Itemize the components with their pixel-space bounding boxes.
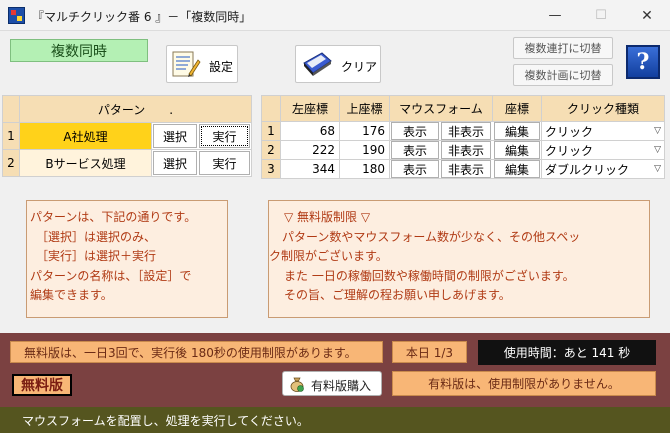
show-form-button[interactable]: 表示 xyxy=(391,160,439,178)
notice-line: また 一日の稼働回数や稼働時間の制限がございます。 xyxy=(284,268,575,283)
help-line: パターンの名称は、［設定］で xyxy=(30,268,192,283)
edit-coordinate-button[interactable]: 編集 xyxy=(494,141,540,159)
notice-line: パターン数やマウスフォーム数が少なく、その他スペッ xyxy=(282,229,581,244)
coord-row-number: 2 xyxy=(261,140,281,160)
eraser-icon xyxy=(303,52,332,76)
title-bar: 『マルチクリック番 6 』－「複数同時」 — ☐ ✕ xyxy=(0,0,670,31)
edit-coordinate-button[interactable]: 編集 xyxy=(494,122,540,140)
click-type-select[interactable]: クリック ▽ xyxy=(541,140,665,160)
click-type-value: ダブルクリック xyxy=(545,162,630,177)
pattern-name[interactable]: Bサービス処理 xyxy=(19,149,152,177)
col-header-left: 左座標 xyxy=(280,95,340,122)
clear-label: クリア xyxy=(341,60,378,74)
coord-left-value[interactable]: 68 xyxy=(280,121,340,141)
today-run-count: 本日 1/3 xyxy=(392,341,467,363)
pattern-execute-button[interactable]: 実行 xyxy=(199,151,250,175)
coord-left-value[interactable]: 344 xyxy=(280,159,340,179)
hide-form-button[interactable]: 非表示 xyxy=(441,141,491,159)
notice-line: その旨、ご理解の程お願い申しあげます。 xyxy=(284,288,511,302)
app-icon xyxy=(8,7,25,24)
help-icon: ? xyxy=(636,49,650,75)
document-pencil-icon xyxy=(172,51,201,77)
coord-left-value[interactable]: 222 xyxy=(280,140,340,160)
click-type-value: クリック xyxy=(545,124,594,139)
click-type-select[interactable]: クリック ▽ xyxy=(541,121,665,141)
coord-top-value[interactable]: 176 xyxy=(339,121,390,141)
pattern-help-box: パターンは、下記の通りです。 ［選択］は選択のみ、 ［実行］は選択＋実行 パター… xyxy=(26,200,228,318)
buy-paid-button[interactable]: 有料版購入 xyxy=(282,371,382,396)
show-form-button[interactable]: 表示 xyxy=(391,122,439,140)
help-line: ［実行］は選択＋実行 xyxy=(30,249,157,263)
status-bar: マウスフォームを配置し、処理を実行してください。 xyxy=(0,407,670,433)
close-button[interactable]: ✕ xyxy=(624,0,670,31)
edit-coordinate-button[interactable]: 編集 xyxy=(494,160,540,178)
help-button[interactable]: ? xyxy=(626,45,660,79)
help-line: 編集できます。 xyxy=(30,288,113,302)
switch-plan-button[interactable]: 複数計画に切替 xyxy=(513,64,613,86)
notice-heading: ▽ 無料版制限 ▽ xyxy=(284,210,371,224)
notice-line: ク制限がございます。 xyxy=(269,249,388,263)
hide-form-button[interactable]: 非表示 xyxy=(441,160,491,178)
chevron-down-icon: ▽ xyxy=(654,126,661,136)
window-title: 『マルチクリック番 6 』－「複数同時」 xyxy=(32,10,252,24)
coord-row-number: 3 xyxy=(261,159,281,179)
pattern-table-corner xyxy=(2,95,20,123)
click-type-select[interactable]: ダブルクリック ▽ xyxy=(541,159,665,179)
col-header-mouseform: マウスフォーム xyxy=(389,95,493,122)
mode-label: 複数同時 xyxy=(10,39,148,62)
col-header-click-type: クリック種類 xyxy=(541,95,665,122)
switch-burst-button[interactable]: 複数連打に切替 xyxy=(513,37,613,59)
col-header-top: 上座標 xyxy=(339,95,390,122)
settings-label: 設定 xyxy=(209,60,234,74)
minimize-button[interactable]: — xyxy=(532,0,578,31)
chevron-down-icon: ▽ xyxy=(654,145,661,155)
free-version-badge: 無料版 xyxy=(12,374,72,396)
trial-usage-text: 無料版は、一日3回で、実行後 180秒の使用制限があります。 xyxy=(10,341,383,363)
coord-row-number: 1 xyxy=(261,121,281,141)
show-form-button[interactable]: 表示 xyxy=(391,141,439,159)
pattern-header: パターン . xyxy=(19,95,252,123)
chevron-down-icon: ▽ xyxy=(654,164,661,174)
usage-time-remaining: 使用時間：あと 141 秒 xyxy=(478,340,656,365)
limit-notice-box: ▽ 無料版制限 ▽ パターン数やマウスフォーム数が少なく、その他スペッ ク制限が… xyxy=(268,200,650,318)
help-line: パターンは、下記の通りです。 xyxy=(30,210,197,224)
help-line: ［選択］は選択のみ、 xyxy=(30,229,157,244)
paid-version-text: 有料版は、使用制限がありません。 xyxy=(392,371,656,396)
clear-button[interactable]: クリア xyxy=(295,45,381,83)
pattern-select-button[interactable]: 選択 xyxy=(153,124,197,148)
pattern-row-number: 1 xyxy=(2,122,20,150)
settings-button[interactable]: 設定 xyxy=(166,45,238,83)
maximize-button[interactable]: ☐ xyxy=(578,0,624,31)
pattern-row-number: 2 xyxy=(2,149,20,177)
coord-top-value[interactable]: 190 xyxy=(339,140,390,160)
hide-form-button[interactable]: 非表示 xyxy=(441,122,491,140)
click-type-value: クリック xyxy=(545,143,594,158)
buy-paid-label: 有料版購入 xyxy=(311,379,372,393)
money-bag-icon xyxy=(290,377,304,392)
pattern-select-button[interactable]: 選択 xyxy=(153,151,197,175)
coord-top-value[interactable]: 180 xyxy=(339,159,390,179)
coordinate-table-corner xyxy=(261,95,281,122)
pattern-execute-button[interactable]: 実行 xyxy=(199,124,250,148)
col-header-coordinate: 座標 xyxy=(492,95,542,122)
pattern-name[interactable]: A社処理 xyxy=(19,122,152,150)
